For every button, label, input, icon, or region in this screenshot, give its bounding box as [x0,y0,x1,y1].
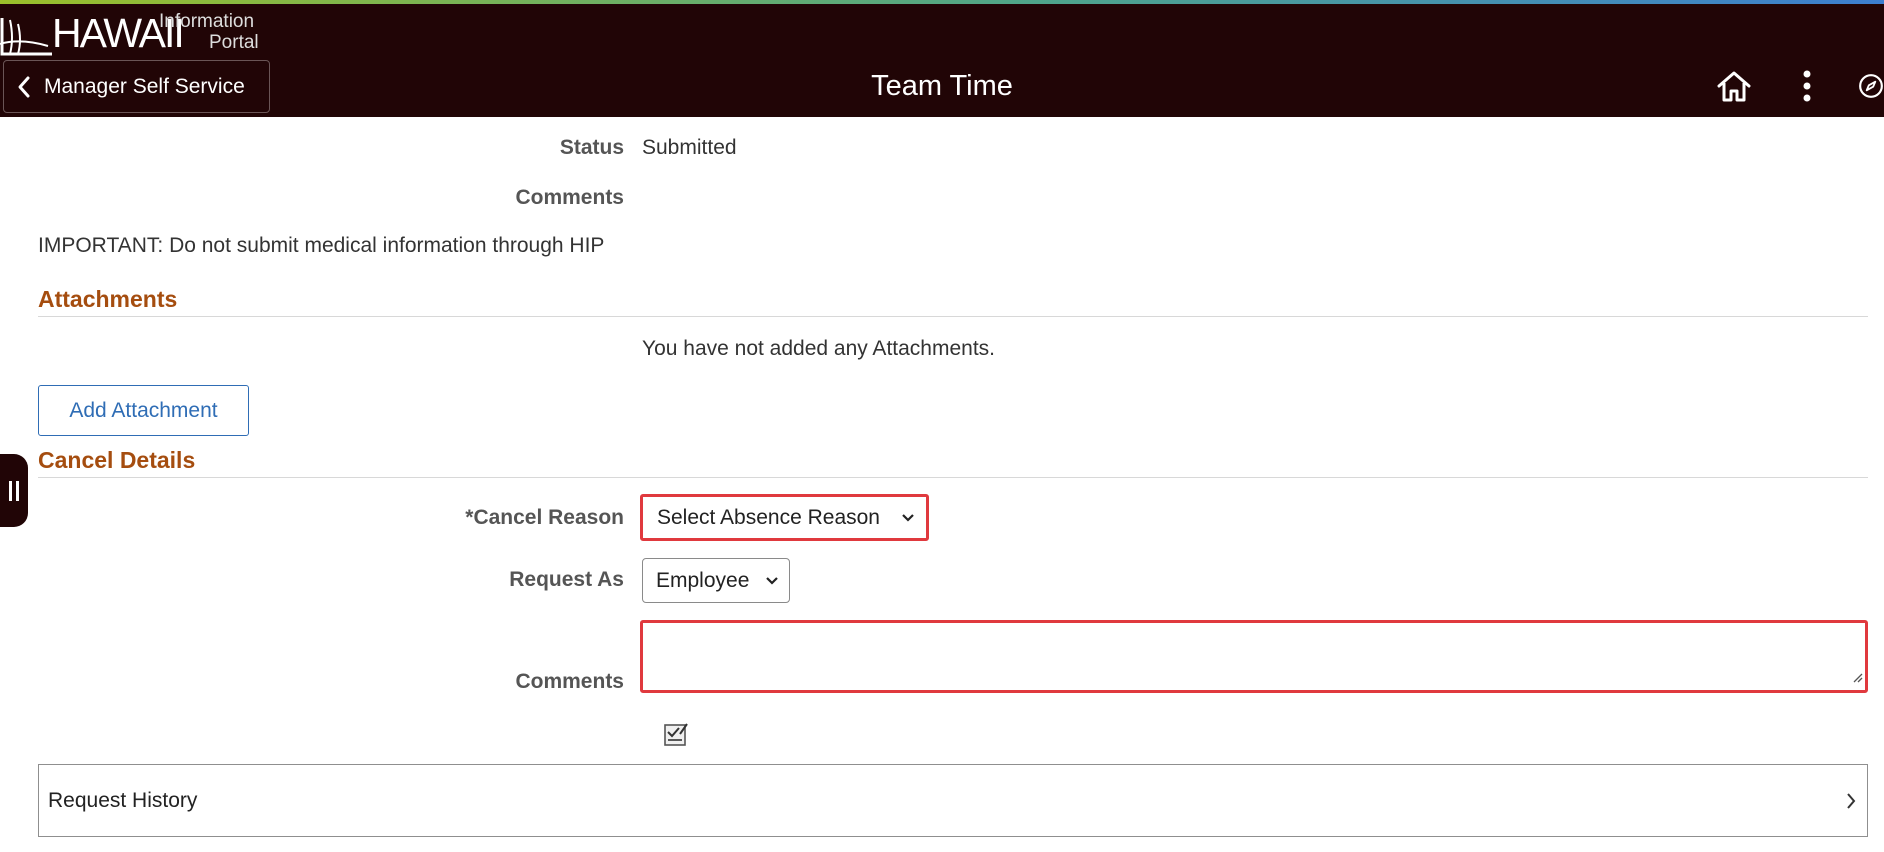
request-history-row[interactable]: Request History [38,764,1868,837]
status-label: Status [559,136,624,159]
logo-text-sub-line1: Information [159,11,255,32]
cancel-comments-field-wrapper [640,620,1868,693]
navbar-compass-icon[interactable] [1858,66,1884,106]
page-title: Team Time [871,70,1013,102]
cancel-reason-selected-value: Select Absence Reason [657,505,880,529]
chevron-down-icon [765,576,779,586]
request-as-selected-value: Employee [656,568,750,592]
back-button-label: Manager Self Service [44,74,245,98]
header-accent-line [0,0,1884,4]
spell-check-icon[interactable] [663,721,689,752]
cancel-reason-label: *Cancel Reason [465,506,624,529]
home-icon[interactable] [1714,66,1754,106]
resize-grip-icon[interactable] [1851,670,1863,688]
cancel-comments-label: Comments [515,670,624,693]
chevron-left-icon [4,75,44,99]
app-root: HAWAII Information Portal Manager Self S… [0,0,1884,852]
request-history-label: Request History [48,788,198,812]
logo-wave-icon [0,18,52,56]
cancel-details-divider [38,477,1868,478]
request-as-label: Request As [509,568,624,591]
comments-label: Comments [515,186,624,209]
logo-text-sub-line2: Portal [209,32,259,53]
cancel-comments-textarea[interactable] [643,623,1865,690]
cancel-details-section-title: Cancel Details [38,447,196,473]
important-note: IMPORTANT: Do not submit medical informa… [38,234,605,257]
status-value: Submitted [642,136,737,159]
attachments-divider [38,316,1868,317]
add-attachment-button[interactable]: Add Attachment [38,385,249,436]
attachments-empty-message: You have not added any Attachments. [642,337,995,360]
cancel-reason-select[interactable]: Select Absence Reason [644,498,925,537]
drag-handle-icon [9,480,19,501]
side-panel-toggle[interactable] [0,454,28,527]
back-button[interactable]: Manager Self Service [3,60,270,113]
more-actions-icon[interactable] [1787,66,1827,106]
chevron-down-icon [901,513,915,523]
attachments-section-title: Attachments [38,286,178,312]
request-as-select[interactable]: Employee [642,558,790,603]
chevron-right-icon [1845,791,1857,811]
header-bar: HAWAII Information Portal Manager Self S… [0,0,1884,117]
